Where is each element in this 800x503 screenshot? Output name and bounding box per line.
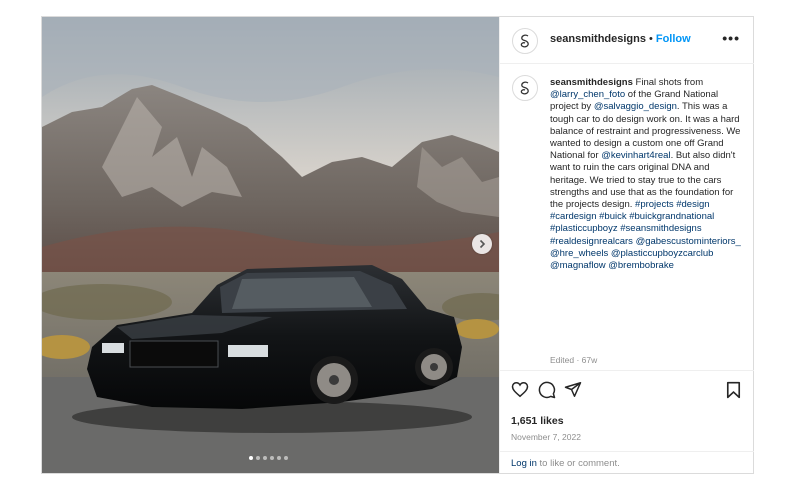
login-prompt-text: to like or comment. (536, 458, 620, 469)
mention-link[interactable]: @larry_chen_foto (550, 89, 625, 100)
avatar[interactable] (512, 28, 538, 54)
comment-button[interactable] (538, 381, 556, 404)
instagram-post: seansmithdesigns • Follow ••• seansmithdes… (41, 16, 754, 474)
post-photo (42, 17, 499, 473)
mention-link[interactable]: @hre_wheels (550, 248, 608, 259)
post-sidebar: seansmithdesigns • Follow ••• seansmithdes… (499, 17, 754, 473)
more-options-button[interactable]: ••• (722, 30, 740, 46)
caption-text: seansmithdesigns Final shots from @larry… (550, 77, 745, 272)
header-username[interactable]: seansmithdesigns (550, 33, 646, 45)
hashtag-link[interactable]: #buickgrandnational (629, 211, 714, 222)
mention-link[interactable]: @kevinhart4real (601, 150, 670, 161)
mention-link[interactable]: @plasticcupboyzcarclub (611, 248, 714, 259)
hashtag-link[interactable]: #projects (635, 199, 674, 210)
chevron-right-icon (479, 239, 486, 249)
brand-logo-icon (520, 34, 529, 48)
hashtag-link[interactable]: #buick (599, 211, 626, 222)
caption-text-part: Final shots from (632, 77, 704, 88)
login-prompt: Log in to like or comment. (500, 451, 754, 475)
hashtag-link[interactable]: #design (676, 199, 709, 210)
caption-avatar[interactable] (512, 75, 538, 101)
brand-logo-icon (520, 81, 529, 95)
edited-timestamp: Edited · 67w (550, 355, 598, 365)
likes-count[interactable]: 1,651 likes (511, 415, 564, 427)
action-bar: 1,651 likes November 7, 2022 Log in to l… (500, 370, 754, 474)
send-icon (564, 382, 582, 397)
login-link[interactable]: Log in (511, 458, 537, 469)
follow-button[interactable]: Follow (656, 33, 691, 45)
header-separator: • (648, 33, 653, 45)
mention-link[interactable]: @magnaflow (550, 260, 606, 271)
carousel-indicator (249, 456, 288, 460)
comment-icon (538, 381, 556, 399)
like-button[interactable] (511, 381, 529, 403)
carousel-dot (249, 456, 253, 460)
caption-username[interactable]: seansmithdesigns (550, 77, 633, 88)
hashtag-link[interactable]: #seansmithdesigns (620, 223, 701, 234)
hashtag-link[interactable]: #plasticcupboyz (550, 223, 618, 234)
hashtag-link[interactable]: #realdesignrealcars (550, 236, 633, 247)
mention-link[interactable]: @brembobrake (608, 260, 674, 271)
caption-section: seansmithdesigns Final shots from @larry… (500, 64, 754, 369)
mention-link[interactable]: @gabescustominteriors_ (636, 236, 741, 247)
carousel-dot (263, 456, 267, 460)
carousel-dot (277, 456, 281, 460)
bookmark-icon (726, 381, 741, 399)
mention-link[interactable]: @salvaggio_design (594, 101, 677, 112)
post-date: November 7, 2022 (511, 432, 581, 442)
share-button[interactable] (564, 381, 582, 403)
post-media[interactable] (42, 17, 499, 473)
save-button[interactable] (726, 381, 741, 404)
post-header: seansmithdesigns • Follow ••• (500, 17, 754, 64)
hashtag-link[interactable]: #cardesign (550, 211, 596, 222)
carousel-dot (270, 456, 274, 460)
carousel-next-button[interactable] (472, 234, 492, 254)
carousel-dot (256, 456, 260, 460)
heart-icon (511, 381, 529, 398)
carousel-dot (284, 456, 288, 460)
